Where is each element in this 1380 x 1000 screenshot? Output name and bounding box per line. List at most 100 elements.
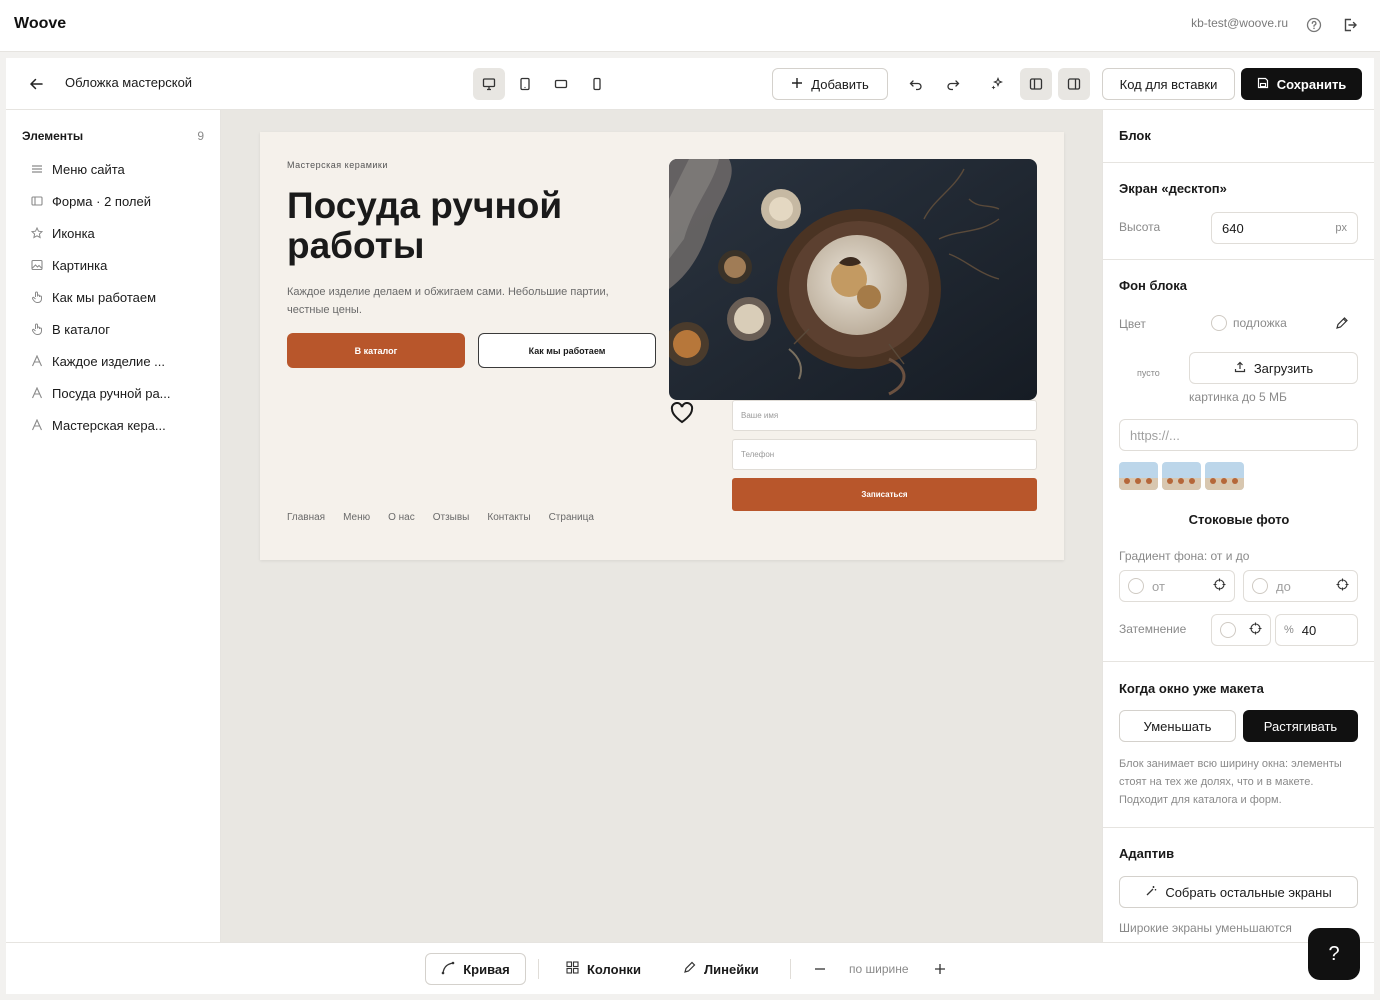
adaptive-heading: Адаптив <box>1119 846 1175 861</box>
gradient-from-swatch <box>1128 578 1144 594</box>
element-item-how-we-work[interactable]: Как мы работаем <box>30 281 210 313</box>
mobile-icon[interactable] <box>581 68 613 100</box>
dim-percent-input[interactable]: % 40 <box>1275 614 1358 646</box>
editor-toolbar: Обложка мастерской Добавить Код для вста… <box>6 58 1374 110</box>
element-item-text-eyebrow[interactable]: Мастерская кера... <box>30 409 210 441</box>
save-button[interactable]: Сохранить <box>1241 68 1362 100</box>
color-picker[interactable]: подложка <box>1211 315 1287 331</box>
element-label: Каждое изделие ... <box>52 353 166 369</box>
nav-link-about[interactable]: О нас <box>388 512 415 523</box>
stretch-button[interactable]: Растягивать <box>1243 710 1358 742</box>
elements-list: Меню сайта Форма · 2 полей Иконка Картин… <box>30 153 210 441</box>
element-item-text-desc[interactable]: Каждое изделие ... <box>30 345 210 377</box>
add-button[interactable]: Добавить <box>772 68 888 100</box>
stock-photos-link[interactable]: Стоковые фото <box>1103 512 1374 527</box>
elements-panel: Элементы 9 Меню сайта Форма · 2 полей Ик… <box>6 110 221 942</box>
collect-screens-label: Собрать остальные экраны <box>1165 884 1332 900</box>
height-input[interactable]: 640 px <box>1211 212 1358 244</box>
help-button[interactable]: ? <box>1308 928 1360 980</box>
block-section: Блок <box>1103 110 1374 163</box>
logout-icon[interactable] <box>1340 15 1360 35</box>
element-label: Как мы работаем <box>52 289 157 305</box>
embed-code-button[interactable]: Код для вставки <box>1102 68 1235 100</box>
element-item-form[interactable]: Форма · 2 полей <box>30 185 210 217</box>
color-label: Цвет <box>1119 317 1146 331</box>
undo-icon[interactable] <box>900 68 932 100</box>
artboard-title[interactable]: Посуда ручной работы <box>287 186 647 266</box>
catalog-button[interactable]: В каталог <box>287 333 465 368</box>
how-we-work-button[interactable]: Как мы работаем <box>478 333 656 368</box>
artboard-description[interactable]: Каждое изделие делаем и обжигаем сами. Н… <box>287 283 617 319</box>
redo-icon[interactable] <box>937 68 969 100</box>
element-label: Картинка <box>52 257 108 273</box>
upload-hint: картинка до 5 МБ <box>1189 390 1287 404</box>
url-input[interactable]: https://... <box>1119 419 1358 451</box>
left-panel-toggle-icon[interactable] <box>1020 68 1052 100</box>
nav-link-contacts[interactable]: Контакты <box>487 512 530 523</box>
upload-icon <box>1234 361 1246 376</box>
dim-unit: % <box>1284 624 1294 636</box>
element-item-icon[interactable]: Иконка <box>30 217 210 249</box>
nav-link-menu[interactable]: Меню <box>343 512 370 523</box>
element-item-text-title[interactable]: Посуда ручной ра... <box>30 377 210 409</box>
curve-label: Кривая <box>463 961 510 977</box>
element-label: Иконка <box>52 225 95 241</box>
zoom-label[interactable]: по ширине <box>849 953 909 985</box>
stock-photo-thumb[interactable] <box>1205 462 1244 490</box>
pencil-icon[interactable] <box>1335 316 1349 335</box>
stock-photo-thumb[interactable] <box>1119 462 1158 490</box>
desktop-icon[interactable] <box>473 68 505 100</box>
elements-count: 9 <box>197 129 204 143</box>
zoom-out-icon[interactable] <box>810 953 830 985</box>
submit-button[interactable]: Записаться <box>732 478 1037 511</box>
magic-sparkle-icon[interactable] <box>981 68 1013 100</box>
gradient-to-input[interactable]: до <box>1243 570 1358 602</box>
ceramics-photo[interactable] <box>669 159 1037 400</box>
save-button-label: Сохранить <box>1276 76 1347 92</box>
gradient-from-input[interactable]: от <box>1119 570 1235 602</box>
text-icon <box>30 354 44 368</box>
rulers-label: Линейки <box>704 961 759 977</box>
help-circle-icon[interactable] <box>1304 15 1324 35</box>
right-panel-toggle-icon[interactable] <box>1058 68 1090 100</box>
name-input[interactable]: Ваше имя <box>732 400 1037 431</box>
back-arrow-icon[interactable] <box>24 72 48 96</box>
eyedropper-icon[interactable] <box>1336 578 1349 594</box>
bg-heading: Фон блока <box>1119 278 1187 293</box>
eyedropper-icon[interactable] <box>1213 578 1226 594</box>
zoom-in-icon[interactable] <box>930 953 950 985</box>
dim-color-input[interactable] <box>1211 614 1271 646</box>
nav-link-reviews[interactable]: Отзывы <box>433 512 470 523</box>
rulers-button[interactable]: Линейки <box>683 953 759 985</box>
columns-button[interactable]: Колонки <box>566 953 641 985</box>
heart-icon[interactable] <box>670 401 694 424</box>
collect-screens-button[interactable]: Собрать остальные экраны <box>1119 876 1358 908</box>
shrink-button[interactable]: Уменьшать <box>1119 710 1236 742</box>
divider <box>538 959 539 979</box>
canvas-area[interactable]: Мастерская керамики Посуда ручной работы… <box>221 110 1102 942</box>
screen-heading: Экран «десктоп» <box>1119 181 1227 196</box>
image-icon <box>30 258 44 272</box>
tablet-landscape-icon[interactable] <box>545 68 577 100</box>
app-logo[interactable]: Woove <box>14 15 66 33</box>
nav-link-page[interactable]: Страница <box>549 512 594 523</box>
artboard[interactable]: Мастерская керамики Посуда ручной работы… <box>260 132 1064 560</box>
star-icon <box>30 226 44 240</box>
element-item-menu[interactable]: Меню сайта <box>30 153 210 185</box>
tablet-icon[interactable] <box>509 68 541 100</box>
stock-photo-thumb[interactable] <box>1162 462 1201 490</box>
upload-button[interactable]: Загрузить <box>1189 352 1358 384</box>
curve-button[interactable]: Кривая <box>425 953 526 985</box>
device-switcher <box>473 68 613 100</box>
element-item-image[interactable]: Картинка <box>30 249 210 281</box>
nav-link-home[interactable]: Главная <box>287 512 325 523</box>
element-item-catalog[interactable]: В каталог <box>30 313 210 345</box>
wand-icon <box>1145 885 1157 900</box>
artboard-eyebrow[interactable]: Мастерская керамики <box>287 160 388 170</box>
dim-color-swatch <box>1220 622 1236 638</box>
user-email[interactable]: kb-test@woove.ru <box>1191 16 1288 30</box>
upload-label: Загрузить <box>1253 360 1314 376</box>
form-icon <box>30 194 44 208</box>
phone-input[interactable]: Телефон <box>732 439 1037 470</box>
eyedropper-icon[interactable] <box>1249 622 1262 638</box>
